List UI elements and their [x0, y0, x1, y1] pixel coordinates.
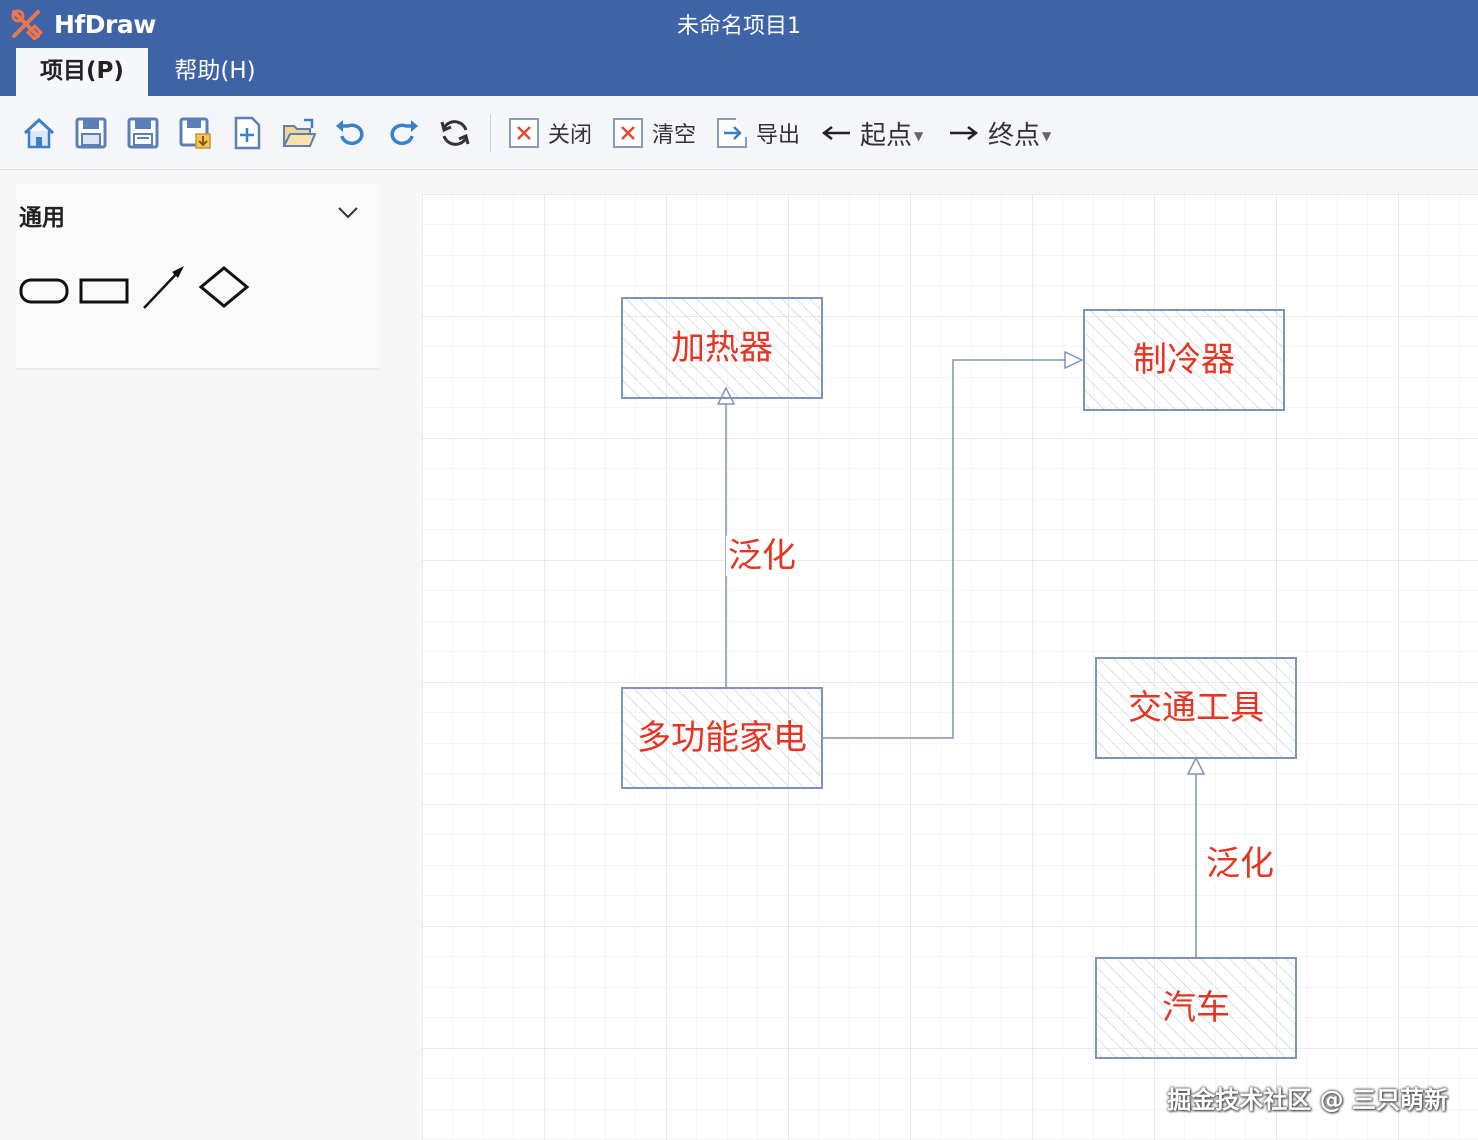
sidebar: 通用	[0, 170, 396, 1140]
open-folder-icon[interactable]	[282, 116, 317, 150]
clear-button[interactable]: 清空	[612, 116, 696, 150]
diamond-tool[interactable]	[198, 264, 250, 310]
canvas-area: 加热器 制冷器 多功能家电 交通工具 汽车 泛化 泛化	[396, 170, 1478, 1140]
node-cooler-label[interactable]: 制冷器	[1084, 310, 1284, 410]
close-icon	[509, 118, 539, 148]
clear-label: 清空	[652, 123, 697, 148]
panel-title: 通用	[19, 205, 65, 231]
node-car-label[interactable]: 汽车	[1096, 958, 1296, 1058]
save-icon[interactable]	[74, 116, 108, 150]
node-transport-label[interactable]: 交通工具	[1096, 658, 1296, 758]
save-export-icon[interactable]	[178, 116, 212, 150]
diagram-svg	[422, 194, 1478, 1140]
export-icon	[717, 118, 747, 148]
save-as-icon[interactable]	[126, 116, 160, 150]
start-point-dropdown[interactable]: 起点 ▼	[820, 116, 924, 151]
rounded-rectangle-tool[interactable]	[18, 270, 70, 310]
chevron-down-icon[interactable]	[336, 202, 360, 222]
new-file-icon[interactable]	[230, 116, 264, 150]
node-heater-label[interactable]: 加热器	[622, 298, 822, 398]
start-point-label: 起点	[860, 120, 913, 151]
export-label: 导出	[756, 123, 801, 148]
caret-down-icon: ▼	[914, 129, 924, 143]
toolbar-separator	[490, 114, 491, 152]
arrow-right-icon	[950, 126, 979, 140]
caret-down-icon: ▼	[1042, 129, 1052, 143]
refresh-icon[interactable]	[438, 116, 472, 150]
close-label: 关闭	[548, 123, 593, 148]
title-bar: HfDraw 未命名项目1 项目(P) 帮助(H)	[0, 0, 1478, 96]
edge-label-generalization[interactable]: 泛化	[1204, 844, 1276, 884]
document-title: 未命名项目1	[677, 14, 801, 39]
home-icon[interactable]	[22, 116, 56, 150]
node-multi-label[interactable]: 多功能家电	[622, 688, 822, 788]
tab-project[interactable]: 项目(P)	[16, 48, 148, 96]
end-point-dropdown[interactable]: 终点 ▼	[948, 116, 1052, 151]
export-button[interactable]: 导出	[716, 116, 800, 150]
grid-background	[422, 194, 1478, 1140]
tab-help[interactable]: 帮助(H)	[150, 48, 280, 96]
close-button[interactable]: 关闭	[508, 116, 592, 150]
rectangle-tool[interactable]	[78, 270, 130, 310]
watermark: 掘金技术社区 @ 三只萌新	[1167, 1086, 1448, 1114]
undo-icon[interactable]	[334, 116, 368, 150]
shape-panel-general: 通用	[16, 184, 380, 370]
arrow-left-icon	[821, 126, 850, 140]
drawing-canvas[interactable]: 加热器 制冷器 多功能家电 交通工具 汽车 泛化 泛化	[422, 194, 1478, 1140]
arrow-line-tool[interactable]	[140, 262, 188, 312]
redo-icon[interactable]	[386, 116, 420, 150]
toolbar: 关闭 清空 导出 起点 ▼ 终点 ▼	[0, 96, 1478, 170]
clear-icon	[613, 118, 643, 148]
end-point-label: 终点	[988, 120, 1041, 151]
edge-label-generalization[interactable]: 泛化	[726, 536, 798, 576]
